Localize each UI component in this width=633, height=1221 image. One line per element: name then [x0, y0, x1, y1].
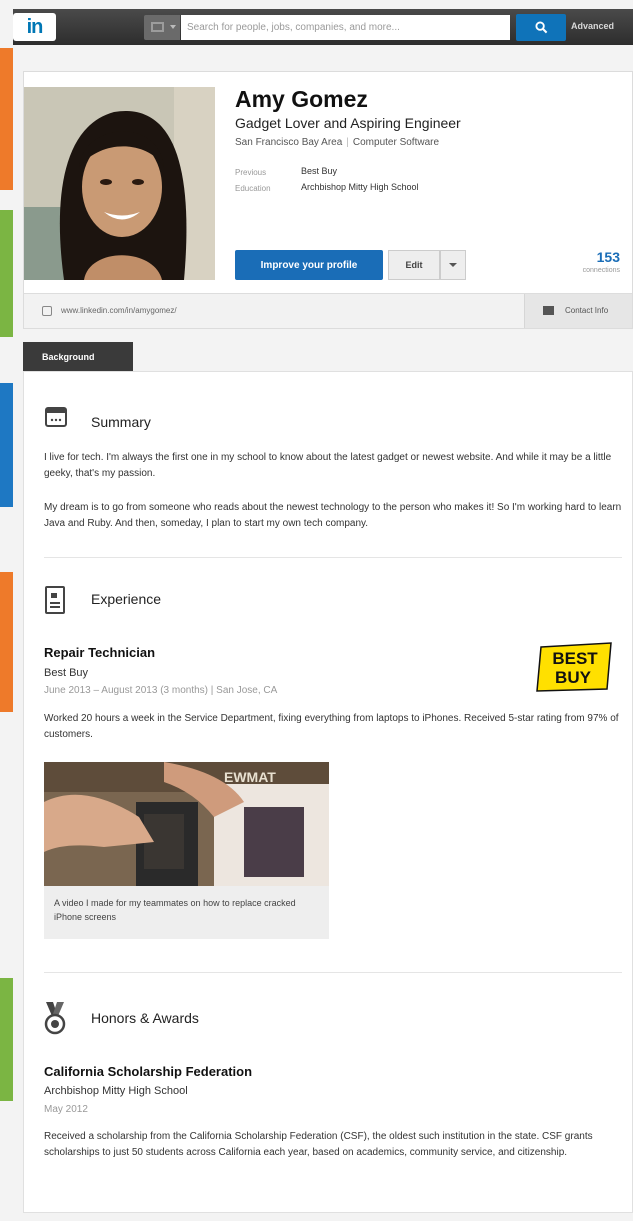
top-nav-bar: in Advanced [13, 9, 633, 45]
education-value[interactable]: Archbishop Mitty High School [301, 182, 419, 192]
medal-icon [44, 1002, 66, 1035]
contact-info-button[interactable]: Contact Info [524, 294, 632, 328]
search-input[interactable] [181, 15, 510, 40]
previous-value[interactable]: Best Buy [301, 166, 337, 176]
location-link[interactable]: San Francisco Bay Area [235, 137, 342, 148]
accent-strip-orange [0, 572, 13, 712]
award-description: Received a scholarship from the Californ… [44, 1131, 593, 1158]
improve-profile-button[interactable]: Improve your profile [235, 250, 383, 280]
video-thumbnail[interactable]: EWMAT [44, 762, 329, 886]
best-buy-logo[interactable]: BEST BUY [535, 641, 615, 693]
chevron-down-icon [449, 263, 457, 267]
logo-text-line-1: BEST [552, 649, 598, 668]
linkedin-logo[interactable]: in [13, 13, 56, 41]
position-company[interactable]: Best Buy [44, 667, 88, 679]
connections-label: connections [582, 267, 620, 274]
search-icon [534, 21, 547, 34]
honors-title: Honors & Awards [91, 1010, 199, 1026]
public-profile-bar: www.linkedin.com/in/amygomez/ Contact In… [24, 293, 632, 328]
video-overlay-text: EWMAT [224, 769, 276, 785]
profile-location-industry: San Francisco Bay Area | Computer Software [235, 137, 439, 148]
experience-media-item[interactable]: EWMAT A video I made for my teammates on… [44, 762, 329, 939]
summary-title: Summary [91, 414, 151, 430]
accent-strip-blue [0, 383, 13, 507]
profile-headline: Gadget Lover and Aspiring Engineer [235, 115, 461, 131]
profile-photo [24, 87, 215, 280]
edit-button[interactable]: Edit [388, 250, 440, 280]
people-grid-icon [151, 22, 164, 32]
accent-strip-green [0, 978, 13, 1101]
accent-strip-orange [0, 48, 13, 190]
experience-title: Experience [91, 591, 162, 607]
globe-icon [42, 306, 52, 316]
award-title: California Scholarship Federation [44, 1064, 253, 1079]
section-divider [44, 972, 622, 973]
section-divider [44, 557, 622, 558]
edit-menu-button[interactable] [440, 250, 466, 280]
accent-strip-green [0, 210, 13, 337]
profile-card: Amy Gomez Gadget Lover and Aspiring Engi… [23, 71, 633, 329]
logo-text-line-2: BUY [555, 668, 592, 687]
summary-paragraph-1: I live for tech. I'm always the first on… [44, 452, 612, 479]
experience-icon [45, 586, 65, 614]
chevron-down-icon [170, 25, 176, 29]
industry-link[interactable]: Computer Software [353, 137, 439, 148]
background-section: Summary I live for tech. I'm always the … [23, 371, 633, 1213]
contact-card-icon [543, 306, 554, 315]
position-description: Worked 20 hours a week in the Service De… [44, 713, 619, 740]
search-category-dropdown[interactable] [144, 15, 180, 40]
summary-icon [45, 407, 67, 427]
public-profile-url[interactable]: www.linkedin.com/in/amygomez/ [61, 306, 177, 315]
profile-name: Amy Gomez [235, 86, 368, 112]
advanced-search-link[interactable]: Advanced [571, 21, 614, 31]
education-label: Education [235, 184, 271, 193]
award-issuer: Archbishop Mitty High School [44, 1085, 188, 1097]
summary-paragraph-2: My dream is to go from someone who reads… [44, 502, 622, 529]
search-button[interactable] [516, 14, 566, 41]
contact-info-label: Contact Info [565, 306, 609, 315]
separator: | [346, 137, 349, 148]
media-caption: A video I made for my teammates on how t… [54, 898, 296, 922]
connections-count[interactable]: 153 [597, 249, 620, 265]
position-dates-location: June 2013 – August 2013 (3 months) | San… [44, 685, 278, 696]
background-tab[interactable]: Background [23, 342, 133, 371]
previous-label: Previous [235, 168, 267, 177]
award-date: May 2012 [44, 1104, 88, 1115]
position-title[interactable]: Repair Technician [44, 645, 155, 660]
